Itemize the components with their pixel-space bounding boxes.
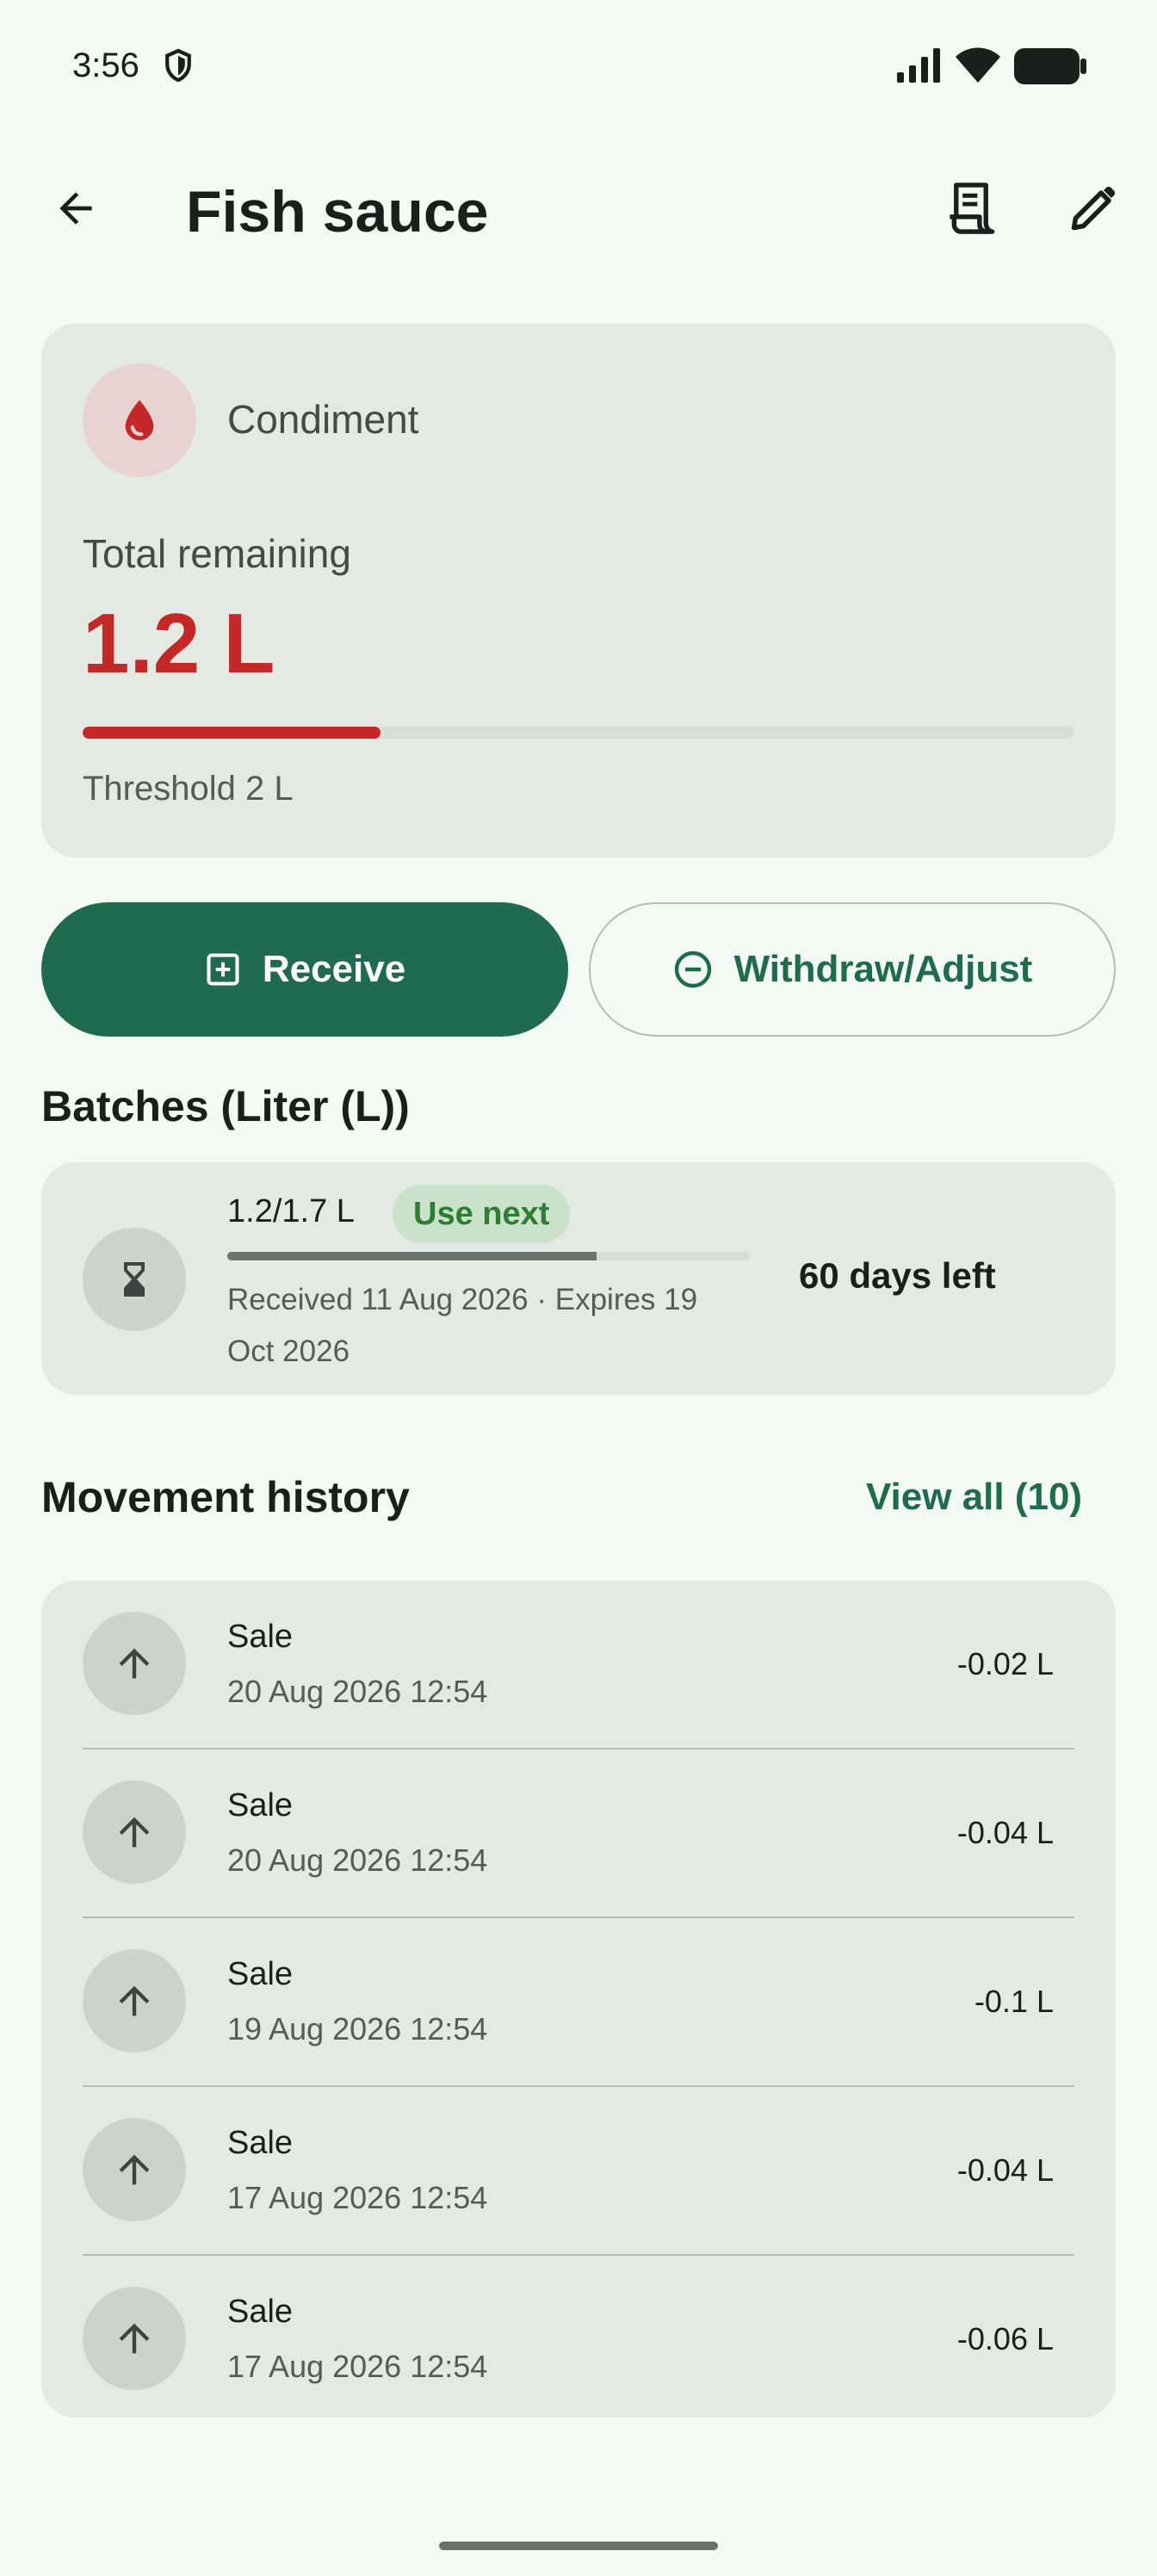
movement-type: Sale [227, 1787, 294, 1824]
movement-date: 20 Aug 2026 12:54 [227, 1674, 488, 1709]
threshold-label: Threshold 2 L [83, 770, 294, 808]
movement-type: Sale [227, 1619, 294, 1655]
receipt-icon [950, 183, 995, 234]
remove-circle-icon [674, 951, 711, 988]
use-next-badge: Use next [393, 1185, 571, 1243]
arrow-up-icon [119, 1648, 150, 1679]
arrow-up-icon [119, 2154, 150, 2185]
movement-date: 17 Aug 2026 12:54 [227, 2349, 488, 2384]
remaining-progress-bar [83, 727, 1074, 739]
wifi-icon [956, 47, 1000, 83]
arrow-up-icon [119, 1817, 150, 1848]
movement-avatar [83, 1780, 186, 1884]
days-left: 60 days left [799, 1255, 996, 1296]
movement-quantity: -0.02 L [956, 1646, 1054, 1681]
movement-quantity: -0.1 L [974, 1984, 1054, 2019]
history-row[interactable]: Sale 20 Aug 2026 12:54 -0.02 L [41, 1581, 1116, 1749]
battery-icon [1014, 48, 1086, 84]
movement-avatar [83, 2118, 186, 2221]
batch-progress-bar [227, 1252, 751, 1260]
arrow-back-icon [59, 192, 92, 225]
receive-button[interactable]: Receive [41, 902, 568, 1037]
remaining-progress-fill [83, 727, 381, 739]
movement-history-title: Movement history [41, 1473, 410, 1521]
arrow-up-icon [119, 1985, 150, 2016]
history-row[interactable]: Sale 20 Aug 2026 12:54 -0.04 L [41, 1749, 1116, 1918]
batch-progress-fill [227, 1252, 597, 1260]
status-time: 3:56 [72, 46, 139, 84]
movement-date: 19 Aug 2026 12:54 [227, 2011, 488, 2047]
batch-item[interactable]: 1.2/1.7 L Use next Received 11 Aug 2026 … [41, 1162, 1116, 1395]
movement-quantity: -0.04 L [956, 1815, 1054, 1850]
batch-dates: Received 11 Aug 2026 · Expires 19 Oct 20… [227, 1283, 698, 1368]
withdraw-button-label: Withdraw/Adjust [733, 948, 1033, 990]
category-avatar [83, 363, 196, 477]
movement-avatar [83, 1612, 186, 1715]
back-button[interactable] [45, 177, 107, 239]
withdraw-adjust-button[interactable]: Withdraw/Adjust [589, 902, 1116, 1037]
stock-summary-card: Condiment Total remaining 1.2 L Threshol… [41, 324, 1116, 858]
shield-icon [165, 48, 191, 83]
movement-type: Sale [227, 1956, 294, 1992]
add-box-icon [207, 953, 239, 986]
movement-type: Sale [227, 2294, 294, 2330]
movement-quantity: -0.04 L [956, 2152, 1054, 2188]
movement-avatar [83, 2287, 186, 2390]
movement-history-list: Sale 20 Aug 2026 12:54 -0.02 L Sale 20 A… [41, 1581, 1116, 2418]
category-label: Condiment [227, 397, 419, 442]
movement-type: Sale [227, 2125, 294, 2161]
remaining-label: Total remaining [83, 531, 351, 576]
movement-avatar [83, 1949, 186, 2053]
view-all-link[interactable]: View all (10) [866, 1476, 1082, 1519]
status-bar: 3:56 [0, 0, 1157, 129]
history-row[interactable]: Sale 19 Aug 2026 12:54 -0.1 L [41, 1918, 1116, 2087]
batches-title: Batches (Liter (L)) [41, 1082, 410, 1130]
batch-quantity: 1.2/1.7 L [227, 1193, 355, 1229]
water-drop-icon [125, 399, 154, 441]
cellular-signal-icon [897, 48, 940, 83]
page-title: Fish sauce [186, 179, 489, 245]
movement-date: 17 Aug 2026 12:54 [227, 2180, 488, 2215]
movement-date: 20 Aug 2026 12:54 [227, 1842, 488, 1878]
history-row[interactable]: Sale 17 Aug 2026 12:54 -0.06 L [41, 2256, 1116, 2418]
batch-avatar [83, 1228, 186, 1331]
receive-button-label: Receive [262, 948, 406, 990]
pencil-icon [1071, 186, 1116, 231]
movement-quantity: -0.06 L [956, 2321, 1054, 2356]
receipt-button[interactable] [940, 177, 1002, 239]
edit-button[interactable] [1062, 177, 1124, 239]
arrow-up-icon [119, 2323, 150, 2354]
screen: 3:56 Fish sauce Condiment Total remainin… [0, 0, 1157, 2576]
remaining-value: 1.2 L [83, 596, 275, 690]
home-indicator[interactable] [439, 2542, 718, 2550]
history-row[interactable]: Sale 17 Aug 2026 12:54 -0.04 L [41, 2087, 1116, 2256]
hourglass-icon [124, 1262, 145, 1297]
